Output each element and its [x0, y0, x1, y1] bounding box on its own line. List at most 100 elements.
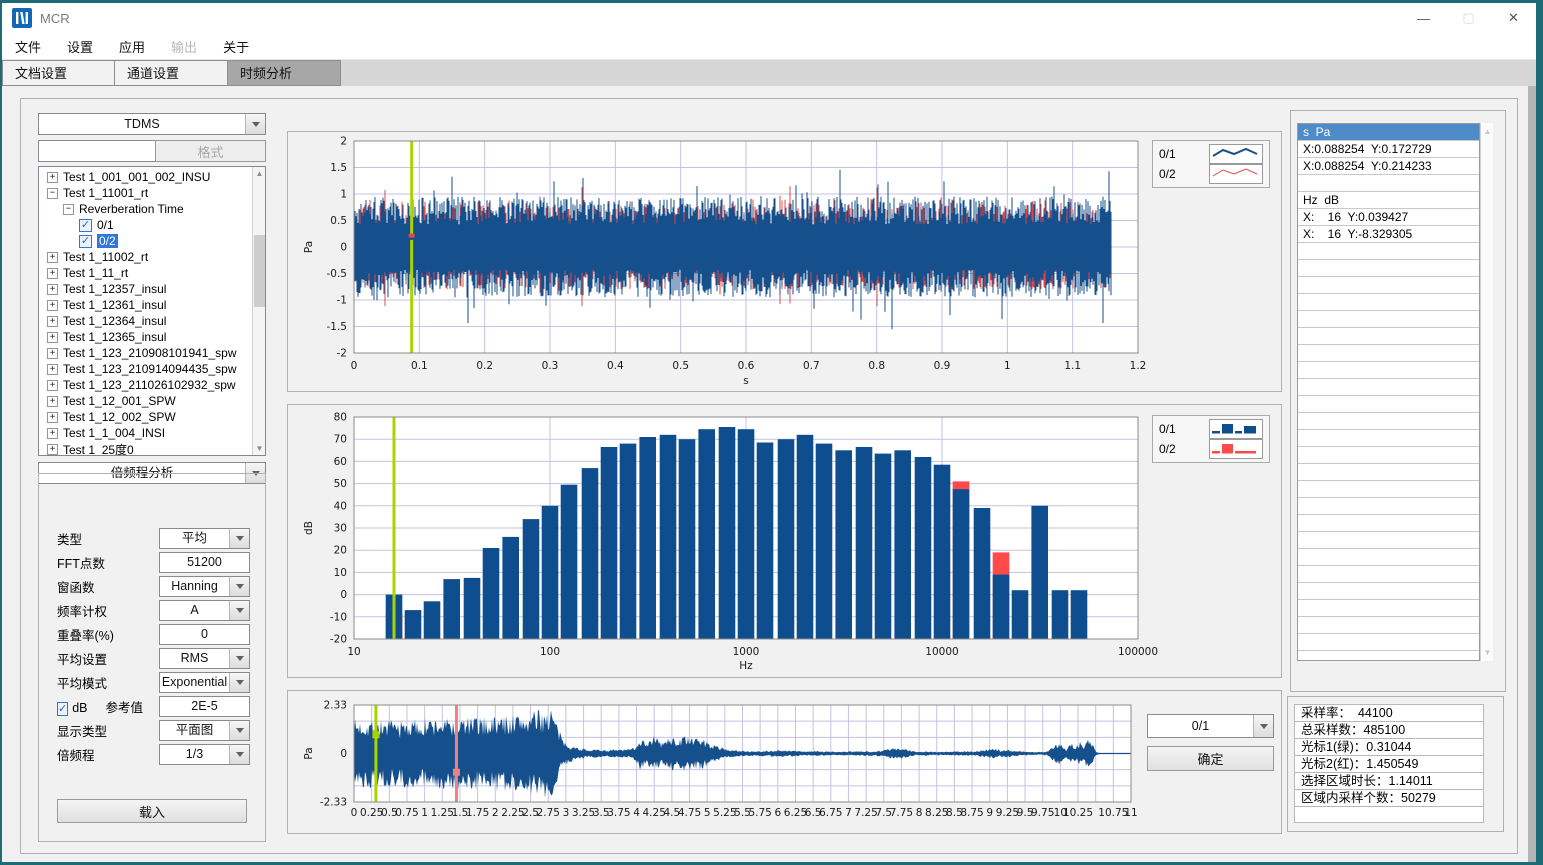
expand-toggle-icon[interactable]: + — [47, 300, 58, 311]
menu-item-0[interactable]: 文件 — [2, 37, 54, 56]
tree-scrollbar[interactable]: ▲ ▼ — [252, 167, 265, 455]
field-select-3[interactable]: A — [159, 600, 250, 621]
readout-row[interactable] — [1298, 175, 1479, 192]
expand-toggle-icon[interactable]: + — [47, 380, 58, 391]
chevron-down-icon[interactable] — [245, 114, 265, 134]
field-select-9[interactable]: 1/3 — [159, 744, 250, 765]
menu-item-2[interactable]: 应用 — [106, 37, 158, 56]
field-select-8[interactable]: 平面图 — [159, 720, 250, 741]
chevron-down-icon[interactable] — [229, 745, 249, 764]
tree-item[interactable]: +Test 1_1_004_INSI — [41, 425, 251, 441]
file-format-combo[interactable]: TDMS — [38, 113, 266, 135]
load-button[interactable]: 载入 — [57, 799, 247, 823]
item-checkbox[interactable]: ✓ — [79, 219, 92, 232]
expand-toggle-icon[interactable]: + — [47, 316, 58, 327]
tree-item[interactable]: +Test 1_12361_insul — [41, 297, 251, 313]
tree-item[interactable]: −Test 1_11001_rt — [41, 185, 251, 201]
close-button[interactable]: ✕ — [1491, 3, 1536, 33]
legend-item-0-2[interactable]: 0/2 — [1159, 164, 1263, 184]
channel-combo[interactable]: 0/1 — [1147, 714, 1274, 738]
readout-row[interactable]: s Pa — [1298, 124, 1479, 141]
readout-row[interactable]: X: 16 Y:0.039427 — [1298, 209, 1479, 226]
bar-0-1 — [679, 439, 696, 639]
db-checkbox[interactable]: ✓ — [57, 702, 68, 716]
chevron-down-icon[interactable] — [1253, 715, 1273, 737]
legend-item-0-1[interactable]: 0/1 — [1159, 144, 1263, 164]
field-select-2[interactable]: Hanning — [159, 576, 250, 597]
tree-item[interactable]: +Test 1_12364_insul — [41, 313, 251, 329]
chevron-down-icon[interactable] — [229, 601, 249, 620]
scroll-up-icon[interactable]: ▲ — [253, 167, 266, 180]
expand-toggle-icon[interactable]: − — [63, 204, 74, 215]
filter-input[interactable] — [38, 140, 156, 162]
expand-toggle-icon[interactable]: + — [47, 268, 58, 279]
tree-item[interactable]: +Test 1_001_001_002_INSU — [41, 169, 251, 185]
chevron-down-icon[interactable] — [229, 577, 249, 596]
expand-toggle-icon[interactable]: + — [47, 412, 58, 423]
scroll-down-icon[interactable]: ▼ — [253, 442, 266, 455]
bar-0-1 — [835, 450, 852, 639]
expand-toggle-icon[interactable]: + — [47, 364, 58, 375]
readout-row[interactable]: X:0.088254 Y:0.214233 — [1298, 158, 1479, 175]
tree-item[interactable]: ✓0/1 — [41, 217, 251, 233]
chevron-down-icon[interactable] — [229, 649, 249, 668]
readout-row — [1298, 498, 1479, 515]
scroll-up-icon[interactable]: ▲ — [1481, 125, 1494, 138]
readout-row[interactable]: X:0.088254 Y:0.172729 — [1298, 141, 1479, 158]
expand-toggle-icon[interactable]: + — [47, 396, 58, 407]
readout-scrollbar[interactable]: ▲ ▼ — [1480, 123, 1493, 661]
tree-item[interactable]: ✓0/2 — [41, 233, 251, 249]
readout-row[interactable]: Hz dB — [1298, 192, 1479, 209]
expand-toggle-icon[interactable]: + — [47, 252, 58, 263]
chevron-down-icon[interactable] — [229, 721, 249, 740]
field-select-5[interactable]: RMS — [159, 648, 250, 669]
tab-0[interactable]: 文档设置 — [2, 60, 115, 86]
time-waveform-chart[interactable]: 00.10.20.30.40.50.60.70.80.911.11.2-2-1.… — [288, 132, 1281, 391]
tree-item[interactable]: +Test 1_12_002_SPW — [41, 409, 251, 425]
tree-item[interactable]: +Test 1_25度0 — [41, 441, 251, 456]
tree-item[interactable]: +Test 1_11_rt — [41, 265, 251, 281]
tree-item[interactable]: −Reverberation Time — [41, 201, 251, 217]
expand-toggle-icon[interactable]: + — [47, 284, 58, 295]
tree-item[interactable]: +Test 1_123_210908101941_spw — [41, 345, 251, 361]
minimize-button[interactable]: — — [1401, 3, 1446, 33]
field-input-7[interactable]: 2E-5 — [159, 696, 250, 717]
x-tick-label: 0.7 — [803, 360, 820, 372]
tree-item[interactable]: +Test 1_12357_insul — [41, 281, 251, 297]
scroll-down-icon[interactable]: ▼ — [1481, 646, 1494, 659]
tab-1[interactable]: 通道设置 — [115, 60, 228, 86]
tree-item-label: Test 1_123_210914094435_spw — [63, 362, 236, 376]
expand-toggle-icon[interactable]: + — [47, 428, 58, 439]
overview-waveform-chart[interactable]: 00.250.50.7511.251.51.7522.252.52.7533.2… — [288, 691, 1281, 833]
tab-2[interactable]: 时频分析 — [228, 60, 341, 86]
expand-toggle-icon[interactable]: + — [47, 348, 58, 359]
field-input-4[interactable]: 0 — [159, 624, 250, 645]
legend-item-0-1[interactable]: 0/1 — [1159, 419, 1263, 439]
confirm-button[interactable]: 确定 — [1147, 746, 1274, 771]
field-select-0[interactable]: 平均 — [159, 528, 250, 549]
expand-toggle-icon[interactable]: + — [47, 172, 58, 183]
scrollbar-thumb[interactable] — [254, 235, 265, 307]
legend-item-0-2[interactable]: 0/2 — [1159, 439, 1263, 459]
field-select-6[interactable]: Exponential — [159, 672, 250, 693]
tree-item[interactable]: +Test 1_11002_rt — [41, 249, 251, 265]
readout-row[interactable]: X: 16 Y:-8.329305 — [1298, 226, 1479, 243]
tree-item[interactable]: + Test 1_123_210914094435_spw — [41, 361, 251, 377]
tree-item[interactable]: +Test 1_12_001_SPW — [41, 393, 251, 409]
expand-toggle-icon[interactable]: + — [47, 332, 58, 343]
chevron-down-icon[interactable] — [229, 529, 249, 548]
maximize-button[interactable]: ▢ — [1446, 3, 1491, 33]
field-input-1[interactable]: 51200 — [159, 552, 250, 573]
format-button[interactable]: 格式 — [155, 140, 266, 162]
field-control: Hanning — [159, 576, 250, 597]
expand-toggle-icon[interactable]: + — [47, 444, 58, 455]
expand-toggle-icon[interactable]: − — [47, 188, 58, 199]
x-tick-label: 0.6 — [738, 360, 755, 372]
item-checkbox[interactable]: ✓ — [79, 235, 92, 248]
tree-item[interactable]: +Test 1_123_211026102932_spw — [41, 377, 251, 393]
menu-item-1[interactable]: 设置 — [54, 37, 106, 56]
octave-spectrum-chart[interactable]: 10100100010000100000-20-1001020304050607… — [288, 405, 1281, 677]
tree-item[interactable]: +Test 1_12365_insul — [41, 329, 251, 345]
chevron-down-icon[interactable] — [229, 673, 249, 692]
menu-item-4[interactable]: 关于 — [210, 37, 262, 56]
